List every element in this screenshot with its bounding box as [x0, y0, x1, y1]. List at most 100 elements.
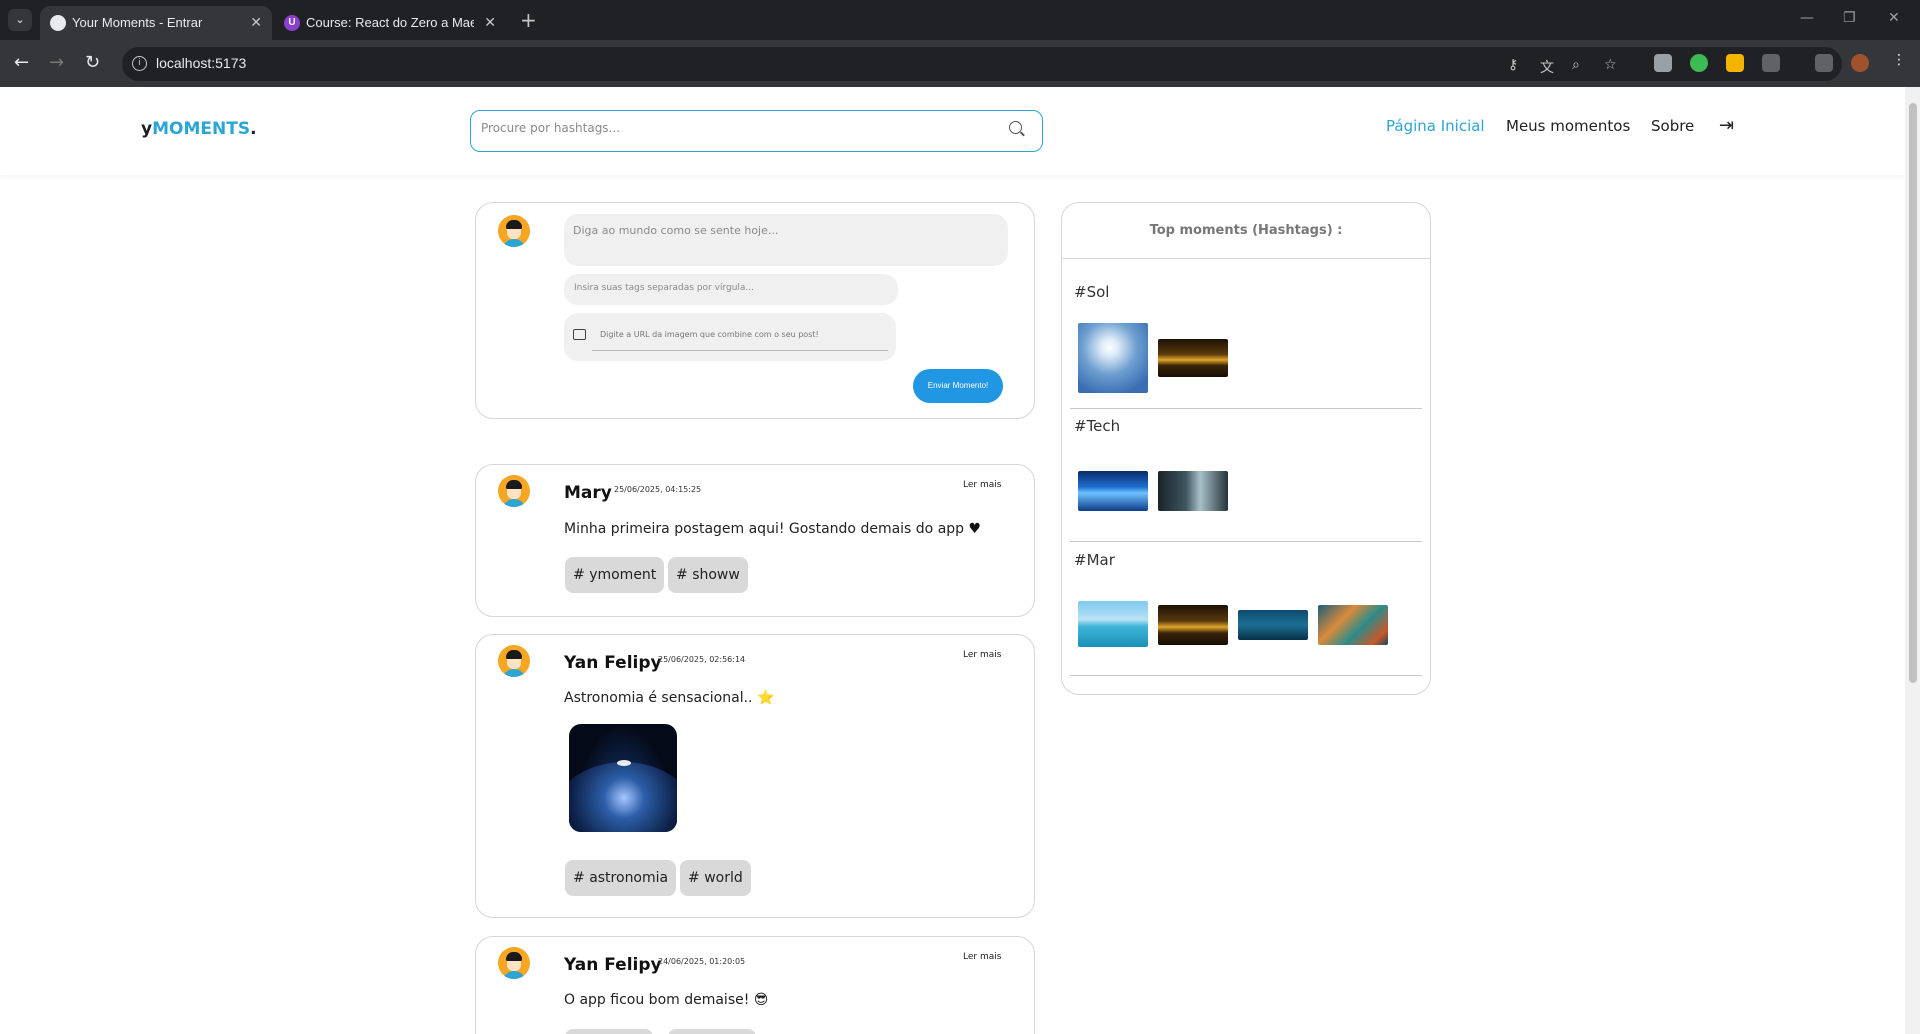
- tab-search-chevron-icon[interactable]: ⌄: [8, 9, 32, 31]
- post-body: Astronomia é sensacional..: [564, 690, 753, 706]
- logo-main: MOMENTS: [152, 119, 251, 139]
- post-text: Astronomia é sensacional.. ⭐: [564, 690, 774, 706]
- udemy-favicon-icon: U: [284, 15, 300, 31]
- close-icon[interactable]: ✕: [484, 14, 496, 31]
- hashtag-heading[interactable]: #Tech: [1074, 417, 1120, 435]
- new-moment-composer: Diga ao mundo como se sente hoje... Insi…: [475, 202, 1035, 419]
- send-moment-button[interactable]: Enviar Momento!: [913, 369, 1003, 403]
- tag-label: world: [704, 870, 743, 886]
- section-divider: [1070, 541, 1422, 542]
- hashtag-chip[interactable]: [668, 1029, 756, 1034]
- thumbnail-server-room[interactable]: [1158, 471, 1228, 511]
- hashtag-chip[interactable]: # world: [680, 860, 751, 896]
- extensions-puzzle-icon[interactable]: [1762, 54, 1780, 72]
- app-logo[interactable]: yMOMENTS.: [141, 119, 257, 139]
- post-image[interactable]: [569, 724, 677, 832]
- search-input[interactable]: [481, 121, 981, 135]
- browser-tab-course[interactable]: U Course: React do Zero a Maestro ✕: [274, 6, 506, 40]
- tab-title: Your Moments - Entrar: [72, 15, 203, 30]
- nav-home[interactable]: Página Inicial: [1386, 117, 1485, 135]
- hashtag-search: [470, 110, 1043, 152]
- moment-text-input[interactable]: Diga ao mundo como se sente hoje...: [564, 214, 1008, 266]
- thumbnail-cloudy-sky[interactable]: [1078, 323, 1148, 393]
- bookmark-star-icon[interactable]: ☆: [1604, 57, 1617, 73]
- thumbnail-sunset[interactable]: [1158, 605, 1228, 645]
- post-author[interactable]: Yan Felipy: [564, 955, 662, 975]
- thumbnail-underwater[interactable]: [1238, 610, 1308, 640]
- nav-about[interactable]: Sobre: [1651, 117, 1694, 135]
- logo-suffix: .: [250, 119, 257, 139]
- extension-green-icon[interactable]: [1690, 54, 1708, 72]
- thumbnail-tech-screen[interactable]: [1078, 471, 1148, 511]
- page-scrollbar[interactable]: [1905, 87, 1920, 1034]
- hashtag-chip[interactable]: # astronomia: [565, 860, 677, 896]
- heart-emoji: ♥: [968, 521, 982, 537]
- profile-avatar-icon[interactable]: [1851, 54, 1869, 72]
- post-card: Yan Felipy 25/06/2025, 02:56:14 Ler mais…: [475, 634, 1035, 918]
- read-more-link[interactable]: Ler mais: [963, 650, 1001, 660]
- avatar: [498, 475, 530, 507]
- tag-label: showw: [692, 567, 740, 583]
- post-author[interactable]: Mary: [564, 483, 612, 503]
- thumbnail-tropical-sea[interactable]: [1078, 601, 1148, 647]
- logout-icon[interactable]: ⇥: [1719, 117, 1739, 135]
- post-timestamp: 25/06/2025, 02:56:14: [658, 655, 746, 664]
- logo-prefix: y: [141, 119, 153, 139]
- browser-toolbar: ← → ↻ i localhost:5173 ⚷ 文 ⌕ ☆ ⋮: [0, 40, 1920, 87]
- post-author[interactable]: Yan Felipy: [564, 653, 662, 673]
- minimize-icon[interactable]: —: [1800, 10, 1814, 26]
- restore-icon[interactable]: ❐: [1843, 10, 1856, 26]
- translate-icon[interactable]: 文: [1540, 57, 1554, 77]
- post-body: O app ficou bom demaise!: [564, 992, 750, 1008]
- browser-tab-active[interactable]: Your Moments - Entrar ✕: [40, 6, 272, 40]
- tags-input[interactable]: Insira suas tags separadas por vírgula..…: [564, 274, 898, 305]
- avatar: [498, 215, 530, 247]
- avatar: [498, 645, 530, 677]
- forward-arrow-icon[interactable]: →: [49, 52, 64, 73]
- hashtag-chip[interactable]: # showw: [668, 557, 748, 593]
- kebab-menu-icon[interactable]: ⋮: [1892, 52, 1906, 68]
- tab-title: Course: React do Zero a Maestro: [306, 15, 474, 30]
- extension-b-icon[interactable]: [1726, 54, 1744, 72]
- star-emoji: ⭐: [756, 690, 775, 706]
- thumbnail-sunset[interactable]: [1158, 339, 1228, 377]
- extension-icon[interactable]: [1654, 54, 1672, 72]
- address-bar[interactable]: i localhost:5173 ⚷ 文 ⌕ ☆: [122, 47, 1842, 81]
- post-timestamp: 24/06/2025, 01:20:05: [658, 957, 746, 966]
- tag-label: astronomia: [589, 870, 669, 886]
- hashtag-chip[interactable]: [565, 1029, 653, 1034]
- hashtag-heading[interactable]: #Sol: [1074, 283, 1109, 301]
- cool-emoji: 😎: [753, 992, 769, 1008]
- read-more-link[interactable]: Ler mais: [963, 480, 1001, 490]
- divider: [1062, 258, 1430, 259]
- post-text: O app ficou bom demaise! 😎: [564, 992, 768, 1008]
- sidebar-title: Top moments (Hashtags) :: [1149, 223, 1343, 238]
- thumbnail-coral-reef[interactable]: [1318, 605, 1388, 645]
- image-url-placeholder: Digite a URL da imagem que combine com o…: [600, 330, 819, 339]
- password-key-icon[interactable]: ⚷: [1508, 57, 1518, 73]
- image-url-field[interactable]: Digite a URL da imagem que combine com o…: [564, 313, 896, 361]
- url-text: localhost:5173: [156, 55, 247, 71]
- input-underline: [592, 350, 888, 351]
- top-moments-sidebar: Top moments (Hashtags) : #Sol #Tech #Mar: [1061, 202, 1431, 695]
- image-icon: [573, 329, 586, 340]
- new-tab-plus-icon[interactable]: +: [520, 8, 537, 32]
- back-arrow-icon[interactable]: ←: [14, 52, 29, 73]
- nav-my-moments[interactable]: Meus momentos: [1506, 117, 1630, 135]
- hashtag-heading[interactable]: #Mar: [1074, 551, 1115, 569]
- hashtag-chip[interactable]: # ymoment: [565, 557, 665, 593]
- post-text: Minha primeira postagem aqui! Gostando d…: [564, 521, 981, 537]
- post-card: Yan Felipy 24/06/2025, 01:20:05 Ler mais…: [475, 936, 1035, 1034]
- scrollbar-thumb[interactable]: [1909, 103, 1917, 683]
- post-card: Mary 25/06/2025, 04:15:25 Ler mais Minha…: [475, 464, 1035, 617]
- media-control-icon[interactable]: [1815, 54, 1833, 72]
- site-info-icon[interactable]: i: [132, 56, 147, 71]
- post-timestamp: 25/06/2025, 04:15:25: [614, 485, 702, 494]
- reload-icon[interactable]: ↻: [85, 52, 100, 73]
- read-more-link[interactable]: Ler mais: [963, 952, 1001, 962]
- browser-tabbar: ⌄ Your Moments - Entrar ✕ U Course: Reac…: [0, 0, 1920, 40]
- close-icon[interactable]: ✕: [250, 14, 262, 31]
- search-icon[interactable]: [1009, 121, 1022, 134]
- zoom-icon[interactable]: ⌕: [1572, 57, 1580, 73]
- window-close-icon[interactable]: ✕: [1888, 10, 1900, 26]
